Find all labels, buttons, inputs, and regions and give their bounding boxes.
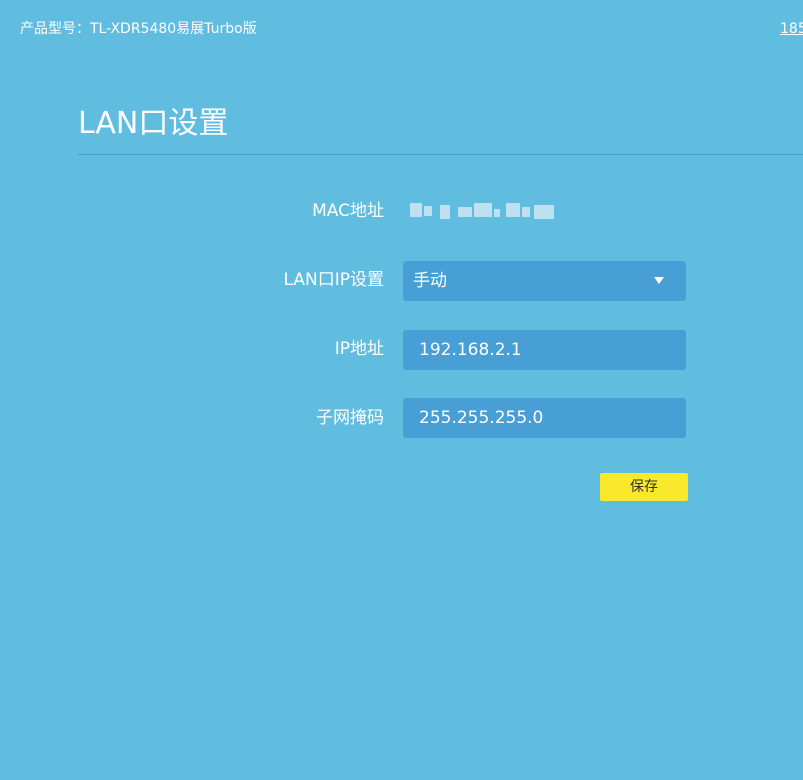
top-bar: 产品型号：TL-XDR5480易展Turbo版 185: [0, 0, 803, 60]
save-button[interactable]: 保存: [600, 473, 688, 501]
lan-ip-setting-label: LAN口IP设置: [283, 270, 384, 290]
subnet-mask-input[interactable]: 255.255.255.0: [403, 398, 686, 438]
ip-address-input[interactable]: 192.168.2.1: [403, 330, 686, 370]
top-right-link[interactable]: 185: [780, 20, 803, 38]
ip-address-label: IP地址: [334, 339, 384, 359]
ip-address-value: 192.168.2.1: [419, 340, 522, 360]
lan-ip-setting-select[interactable]: 手动: [403, 261, 686, 301]
lan-ip-setting-selected-value: 手动: [413, 271, 447, 291]
subnet-mask-value: 255.255.255.0: [419, 408, 544, 428]
title-divider: [78, 154, 803, 155]
mac-address-label: MAC地址: [312, 201, 384, 221]
dropdown-caret-icon: [654, 277, 664, 284]
product-model-text: 产品型号：TL-XDR5480易展Turbo版: [20, 21, 257, 37]
mac-address-value-blurred: [410, 203, 560, 219]
subnet-mask-label: 子网掩码: [316, 408, 384, 428]
page-title: LAN口设置: [78, 106, 229, 141]
